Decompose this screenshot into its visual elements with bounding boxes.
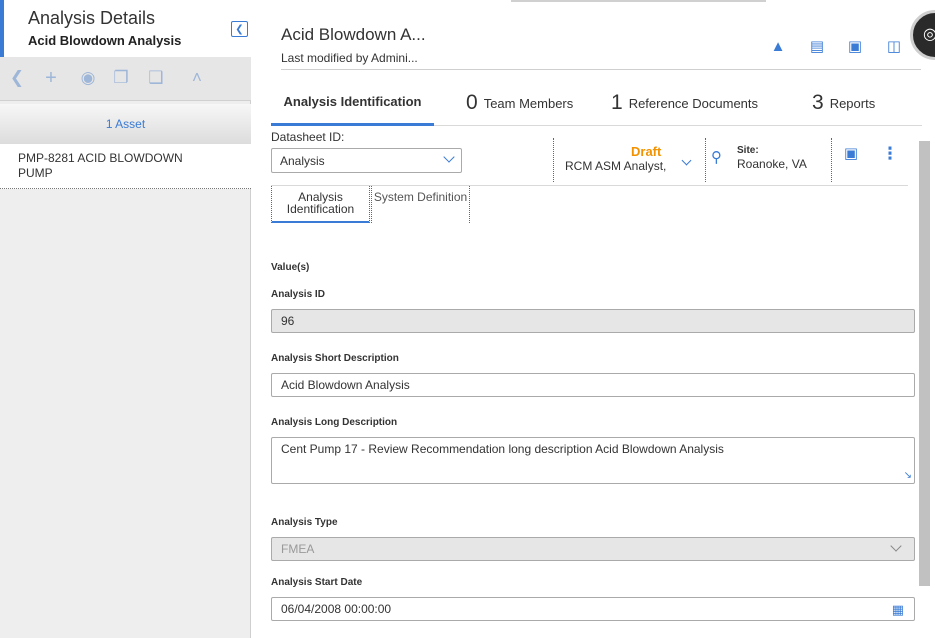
- record-panel: Acid Blowdown A... Last modified by Admi…: [251, 0, 935, 638]
- datasheet-value: Analysis: [280, 154, 325, 168]
- top-strip: [511, 0, 766, 2]
- section-label: Value(s): [271, 262, 310, 273]
- state-owner: RCM ASM Analyst,: [565, 159, 667, 173]
- analysis-id-field: 96: [271, 309, 915, 333]
- start-date-value: 06/04/2008 00:00:00: [281, 602, 392, 616]
- tab-count: 1: [611, 91, 623, 114]
- subtab-system-definition[interactable]: System Definition: [371, 186, 470, 223]
- more-options-icon[interactable]: ⋮: [881, 144, 899, 163]
- short-desc-field[interactable]: Acid Blowdown Analysis: [271, 373, 915, 397]
- left-toolbar: ❮ + ◉ ❐ ❑ ˄: [0, 57, 251, 101]
- asset-item-label: PMP-8281 ACID BLOWDOWN PUMP: [18, 151, 183, 180]
- chevron-down-icon: [443, 151, 455, 163]
- tab-label: Team Members: [483, 95, 574, 111]
- divider: [705, 138, 706, 182]
- collapse-panel-button[interactable]: ❮: [231, 21, 248, 37]
- add-icon[interactable]: +: [40, 67, 62, 89]
- tab-reports[interactable]: 3 Reports: [812, 80, 875, 126]
- divider: [831, 138, 832, 182]
- datasheet-icon[interactable]: ▤: [807, 37, 827, 57]
- long-desc-label: Analysis Long Description: [271, 417, 398, 428]
- analysis-type-label: Analysis Type: [271, 517, 338, 528]
- divider: [553, 138, 554, 182]
- tab-analysis-identification[interactable]: Analysis Identification: [271, 80, 434, 126]
- analysis-type-value: FMEA: [281, 542, 315, 556]
- short-desc-label: Analysis Short Description: [271, 353, 399, 364]
- subtab-label: System Definition: [373, 190, 468, 204]
- site-label: Site:: [737, 145, 759, 156]
- tab-reference-documents[interactable]: 1 Reference Documents: [611, 80, 758, 126]
- analysis-id-label: Analysis ID: [271, 289, 325, 300]
- panel-title: Analysis Details: [28, 8, 156, 28]
- eye-icon[interactable]: ◎: [910, 10, 935, 60]
- left-panel: Analysis Details Acid Blowdown Analysis …: [0, 0, 251, 638]
- tab-label: Analysis Identification: [283, 94, 422, 109]
- paste-icon[interactable]: ❑: [145, 67, 167, 89]
- tab-label: Reference Documents: [628, 95, 759, 111]
- scrollbar-thumb[interactable]: [919, 141, 930, 586]
- chevron-left-icon: ❮: [235, 23, 244, 35]
- tab-count: 3: [812, 91, 824, 114]
- record-title: Acid Blowdown A...: [281, 25, 426, 44]
- tab-count: 0: [466, 91, 478, 114]
- copy-icon[interactable]: ❐: [110, 67, 132, 89]
- hierarchy-icon[interactable]: ▲: [768, 37, 788, 57]
- chevron-up-icon[interactable]: ˄: [186, 67, 208, 89]
- tab-label: Reports: [829, 95, 876, 111]
- start-date-field[interactable]: 06/04/2008 00:00:00 ▦: [271, 597, 915, 621]
- chevron-down-icon[interactable]: [681, 155, 692, 166]
- asset-count: 1 Asset: [105, 117, 146, 131]
- chevron-down-icon: [890, 540, 902, 552]
- divider: [281, 69, 921, 70]
- start-date-label: Analysis Start Date: [271, 577, 363, 588]
- long-desc-field[interactable]: Cent Pump 17 - Review Recommendation lon…: [271, 437, 915, 484]
- last-modified: Last modified by Admini...: [281, 51, 418, 65]
- panel-subtitle: Acid Blowdown Analysis: [28, 33, 182, 48]
- save-icon[interactable]: ▣: [845, 37, 865, 57]
- analysis-type-select: FMEA: [271, 537, 915, 561]
- asset-count-bar[interactable]: 1 Asset: [0, 104, 251, 144]
- datasheet-select[interactable]: Analysis: [271, 148, 462, 173]
- tab-team-members[interactable]: 0 Team Members: [466, 80, 573, 126]
- delete-icon[interactable]: ◫: [884, 37, 904, 57]
- left-header: Analysis Details Acid Blowdown Analysis …: [0, 0, 251, 57]
- site-value: Roanoke, VA: [737, 157, 807, 171]
- tab-bar: Analysis Identification 0 Team Members 1R…: [271, 80, 922, 126]
- save-icon[interactable]: ▣: [842, 144, 860, 162]
- subtab-label: Analysis Identification: [286, 190, 355, 216]
- long-desc-value: Cent Pump 17 - Review Recommendation lon…: [281, 442, 724, 456]
- binoculars-icon[interactable]: ◉: [77, 67, 99, 89]
- list-item[interactable]: PMP-8281 ACID BLOWDOWN PUMP: [0, 144, 251, 189]
- location-pin-icon: ⚲: [711, 149, 722, 166]
- subtab-analysis-identification[interactable]: Analysis Identification: [271, 186, 370, 223]
- datasheet-label: Datasheet ID:: [271, 130, 345, 144]
- calendar-icon[interactable]: ▦: [892, 602, 904, 618]
- back-icon[interactable]: ❮: [6, 67, 28, 89]
- state-badge[interactable]: Draft: [631, 144, 661, 159]
- resize-icon[interactable]: ↘: [904, 470, 912, 481]
